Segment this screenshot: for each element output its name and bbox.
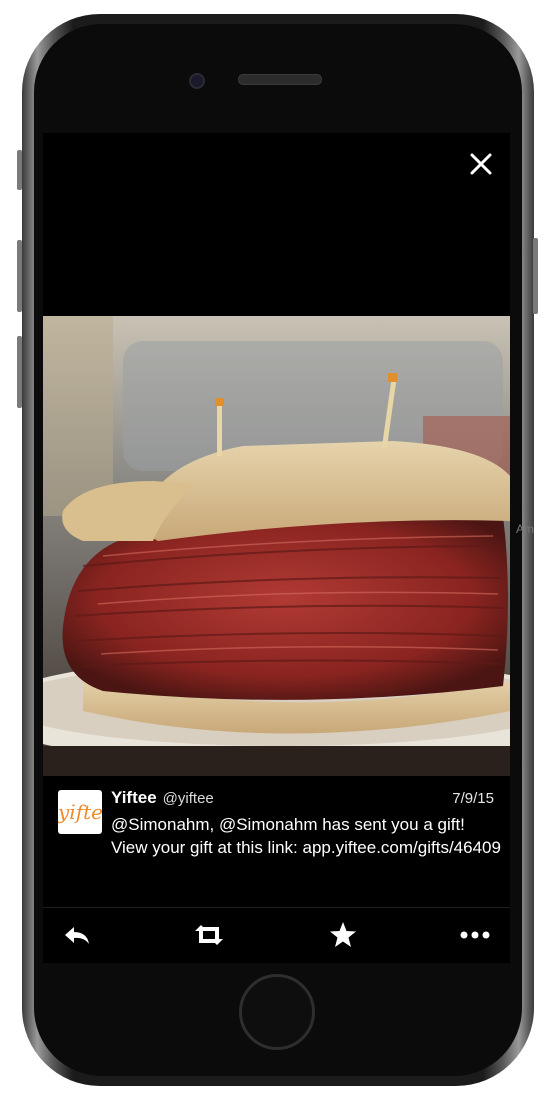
close-icon[interactable] bbox=[468, 151, 494, 177]
volume-down-button bbox=[17, 336, 22, 408]
earpiece-speaker bbox=[238, 74, 322, 85]
sandwich-photo[interactable] bbox=[43, 316, 510, 776]
star-icon[interactable] bbox=[326, 918, 360, 952]
next-item-hint: Am bbox=[516, 522, 534, 536]
tweet-header: Yiftee @yiftee 7/9/15 bbox=[111, 788, 494, 810]
media-viewer-screen: yiftee Yiftee @yiftee 7/9/15 @Simonahm, @… bbox=[43, 133, 510, 963]
home-button[interactable] bbox=[239, 974, 315, 1050]
avatar[interactable]: yiftee bbox=[58, 790, 102, 834]
volume-up-button bbox=[17, 240, 22, 312]
more-icon[interactable] bbox=[458, 918, 492, 952]
tweet-text: @Simonahm, @Simonahm has sent you a gift… bbox=[111, 815, 501, 857]
user-handle[interactable]: @yiftee bbox=[163, 790, 214, 807]
retweet-icon[interactable] bbox=[192, 918, 226, 952]
power-button bbox=[533, 238, 538, 314]
reply-icon[interactable] bbox=[60, 918, 94, 952]
front-camera bbox=[189, 73, 205, 89]
display-name[interactable]: Yiftee bbox=[111, 788, 157, 807]
mute-switch bbox=[17, 150, 22, 190]
tweet-actions-bar bbox=[43, 908, 510, 963]
tweet-date: 7/9/15 bbox=[452, 790, 494, 807]
tweet-card[interactable]: yiftee Yiftee @yiftee 7/9/15 @Simonahm, @… bbox=[43, 776, 510, 906]
